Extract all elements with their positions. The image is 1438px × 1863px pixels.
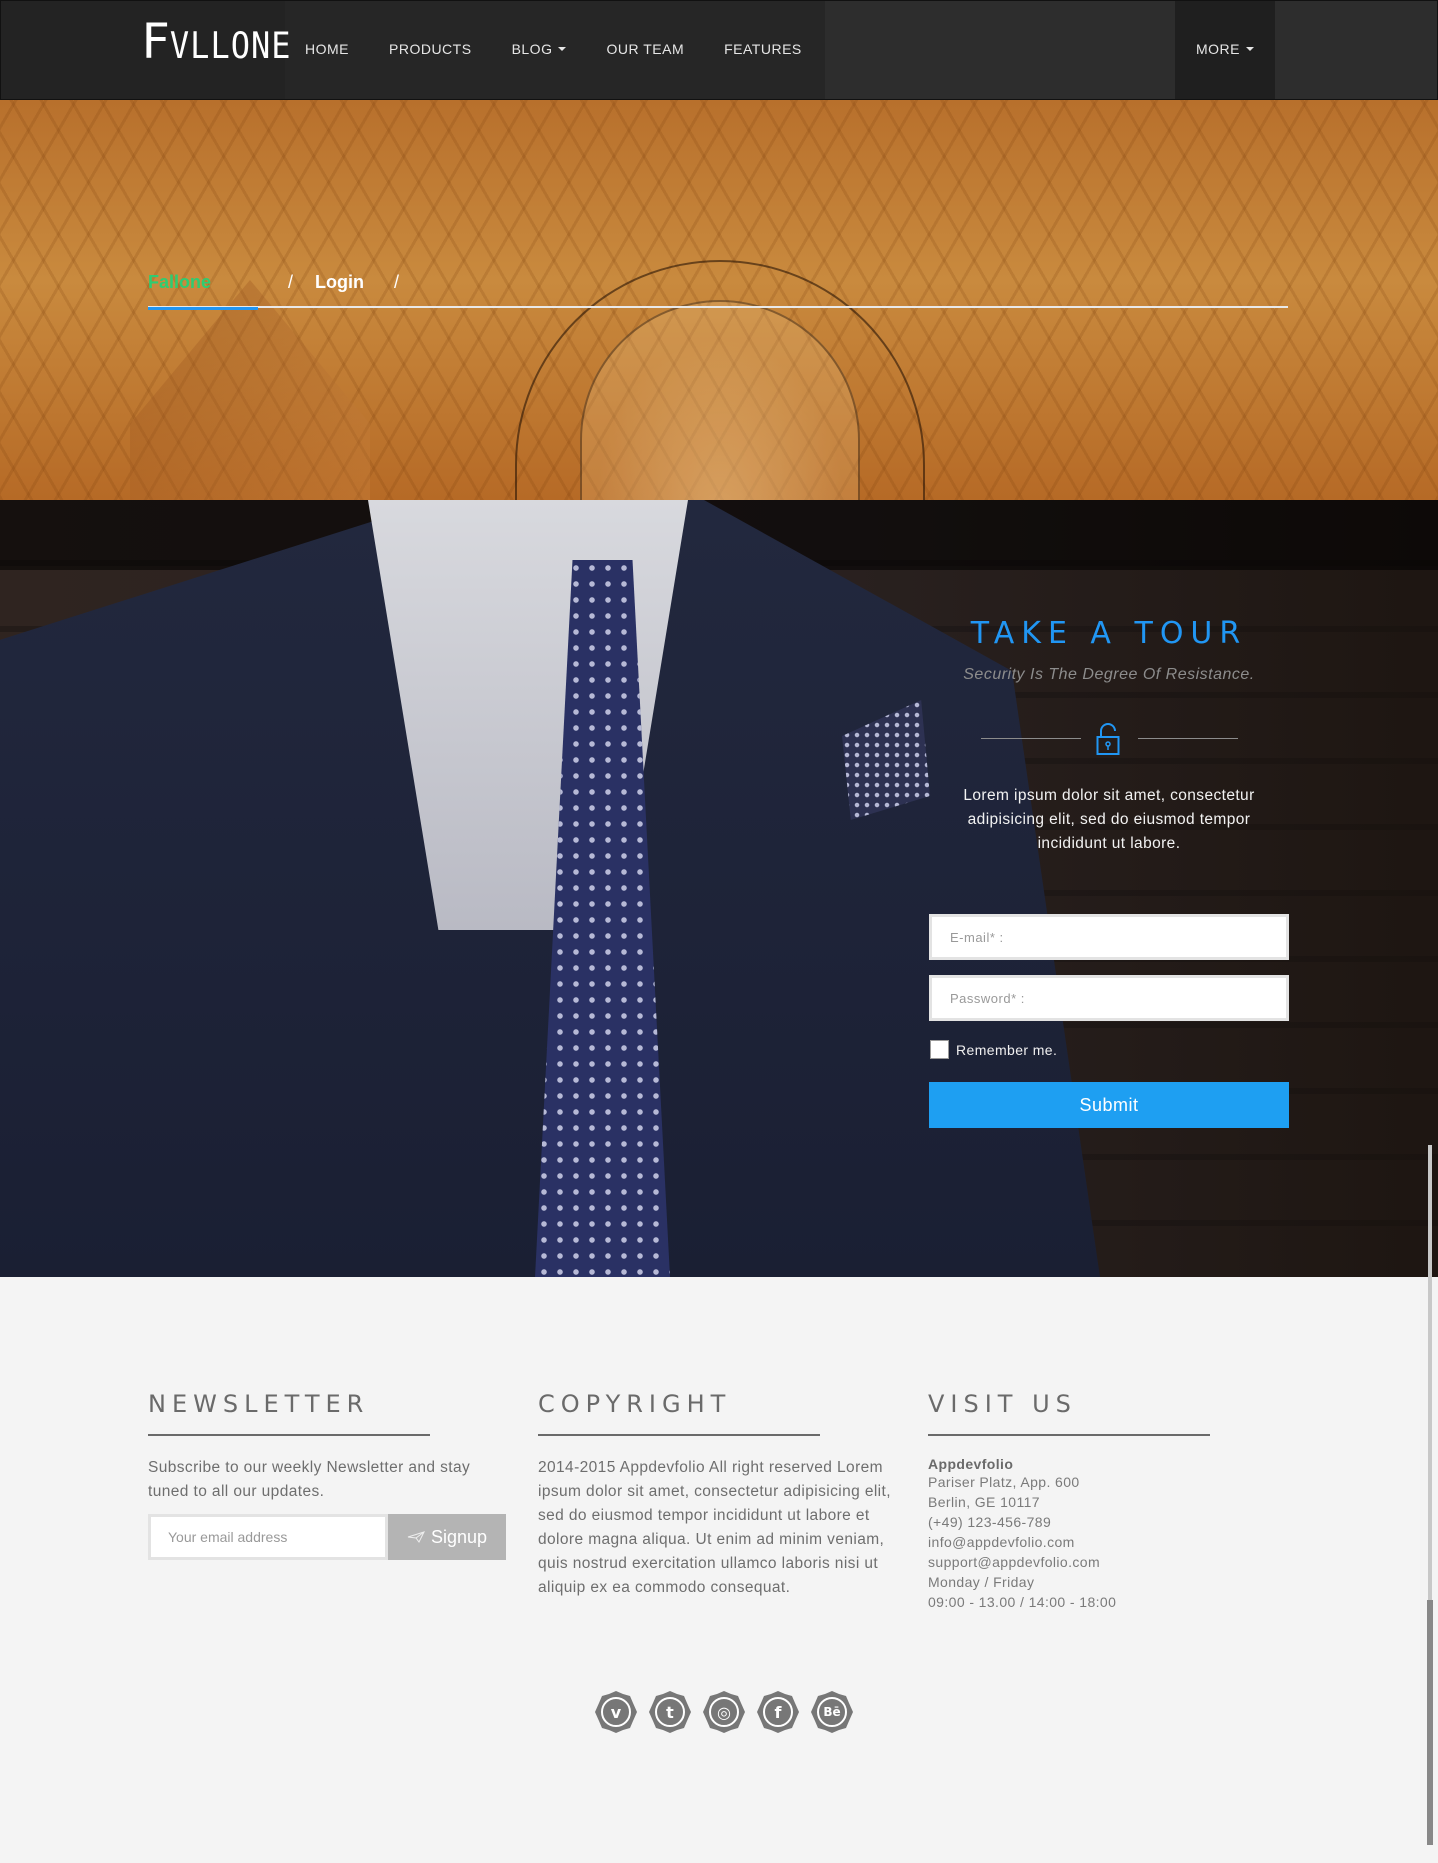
company-name: Appdevfolio [928, 1456, 1014, 1472]
copyright-heading: COPYRIGHT [538, 1390, 732, 1418]
info-email-link[interactable]: info@appdevfolio.com [928, 1532, 1288, 1552]
behance-icon[interactable]: Bē [810, 1690, 854, 1734]
login-title: TAKE A TOUR [970, 616, 1248, 651]
caret-down-icon [1246, 47, 1254, 51]
navbar: F VLLONE HOME PRODUCTS BLOG OUR TEAM FEA… [0, 0, 1438, 100]
footer-visit-us: VISIT US Appdevfolio Pariser Platz, App.… [928, 1390, 1288, 1612]
login-subtitle: Security Is The Degree Of Resistance. [963, 666, 1255, 683]
nav-links: HOME PRODUCTS BLOG OUR TEAM FEATURES [305, 41, 802, 57]
nav-link-label: MORE [1196, 41, 1240, 57]
city-line: Berlin, GE 10117 [928, 1494, 1040, 1510]
copyright-rule [538, 1434, 820, 1436]
twitter-icon[interactable]: t [648, 1690, 692, 1734]
breadcrumb: Fallone / Login / [148, 272, 1288, 310]
nav-link-label: OUR TEAM [606, 41, 685, 57]
social-glyph: f [774, 1702, 782, 1722]
nav-link-label: BLOG [511, 41, 553, 57]
social-glyph: t [666, 1702, 674, 1722]
login-description: Lorem ipsum dolor sit amet, consectetur … [963, 787, 1255, 852]
breadcrumb-home-link[interactable]: Fallone [148, 272, 258, 310]
submit-button[interactable]: Submit [929, 1082, 1289, 1128]
social-links: v t ◎ f Bē [594, 1690, 854, 1734]
remember-me-checkbox[interactable] [930, 1040, 949, 1059]
visit-heading: VISIT US [928, 1390, 1077, 1418]
social-glyph: Bē [823, 1705, 841, 1719]
newsletter-form: Signup [148, 1514, 508, 1560]
unlock-icon [1096, 723, 1120, 755]
signup-label: Signup [430, 1526, 488, 1547]
scrollbar-thumb[interactable] [1427, 1600, 1433, 1845]
nav-link-products[interactable]: PRODUCTS [389, 41, 472, 57]
logo-initial: F [141, 14, 170, 70]
nav-link-blog[interactable]: BLOG [512, 41, 567, 57]
newsletter-rule [148, 1434, 430, 1436]
breadcrumb-separator: / [394, 272, 400, 292]
instagram-icon[interactable]: ◎ [702, 1690, 746, 1734]
email-field[interactable] [929, 914, 1289, 960]
divider-line-right [1138, 738, 1238, 739]
footer-copyright: COPYRIGHT 2014-2015 Appdevfolio All righ… [538, 1390, 898, 1600]
site-logo[interactable]: F VLLONE [141, 14, 292, 70]
social-glyph: v [610, 1702, 622, 1722]
remember-me: Remember me. [930, 1040, 1057, 1059]
visit-rule [928, 1434, 1210, 1436]
nav-link-our-team[interactable]: OUR TEAM [606, 41, 684, 57]
password-field[interactable] [929, 975, 1289, 1021]
social-glyph: ◎ [717, 1702, 731, 1722]
signup-button[interactable]: Signup [388, 1514, 506, 1560]
support-email-link[interactable]: support@appdevfolio.com [928, 1552, 1288, 1572]
breadcrumb-current[interactable]: Login [315, 272, 364, 293]
divider-line-left [981, 738, 1081, 739]
nav-link-features[interactable]: FEATURES [724, 41, 802, 57]
nav-link-label: PRODUCTS [389, 41, 472, 57]
copyright-text: 2014-2015 Appdevfolio All right reserved… [538, 1459, 891, 1596]
newsletter-email-input[interactable] [148, 1514, 388, 1560]
nav-link-label: FEATURES [724, 41, 802, 57]
hours-days: Monday / Friday [928, 1574, 1035, 1590]
caret-down-icon [558, 47, 567, 51]
nav-link-home[interactable]: HOME [305, 41, 349, 57]
logo-text: VLLONE [169, 23, 292, 68]
footer-newsletter: NEWSLETTER Subscribe to our weekly Newsl… [148, 1390, 508, 1560]
hero-roof-decoration [130, 280, 370, 500]
hours-times: 09:00 - 13.00 / 14:00 - 18:00 [928, 1594, 1117, 1610]
remember-me-label[interactable]: Remember me. [956, 1042, 1057, 1058]
address-line: Pariser Platz, App. 600 [928, 1474, 1080, 1490]
nav-link-label: HOME [305, 41, 349, 57]
phone-line: (+49) 123-456-789 [928, 1514, 1052, 1530]
breadcrumb-separator: / [288, 272, 294, 292]
nav-link-more[interactable]: MORE [1196, 41, 1254, 57]
newsletter-text: Subscribe to our weekly Newsletter and s… [148, 1459, 471, 1500]
vimeo-icon[interactable]: v [594, 1690, 638, 1734]
paper-plane-icon [407, 1531, 425, 1543]
facebook-icon[interactable]: f [756, 1690, 800, 1734]
newsletter-heading: NEWSLETTER [148, 1390, 370, 1418]
hero-banner: Fallone / Login / [0, 100, 1438, 500]
